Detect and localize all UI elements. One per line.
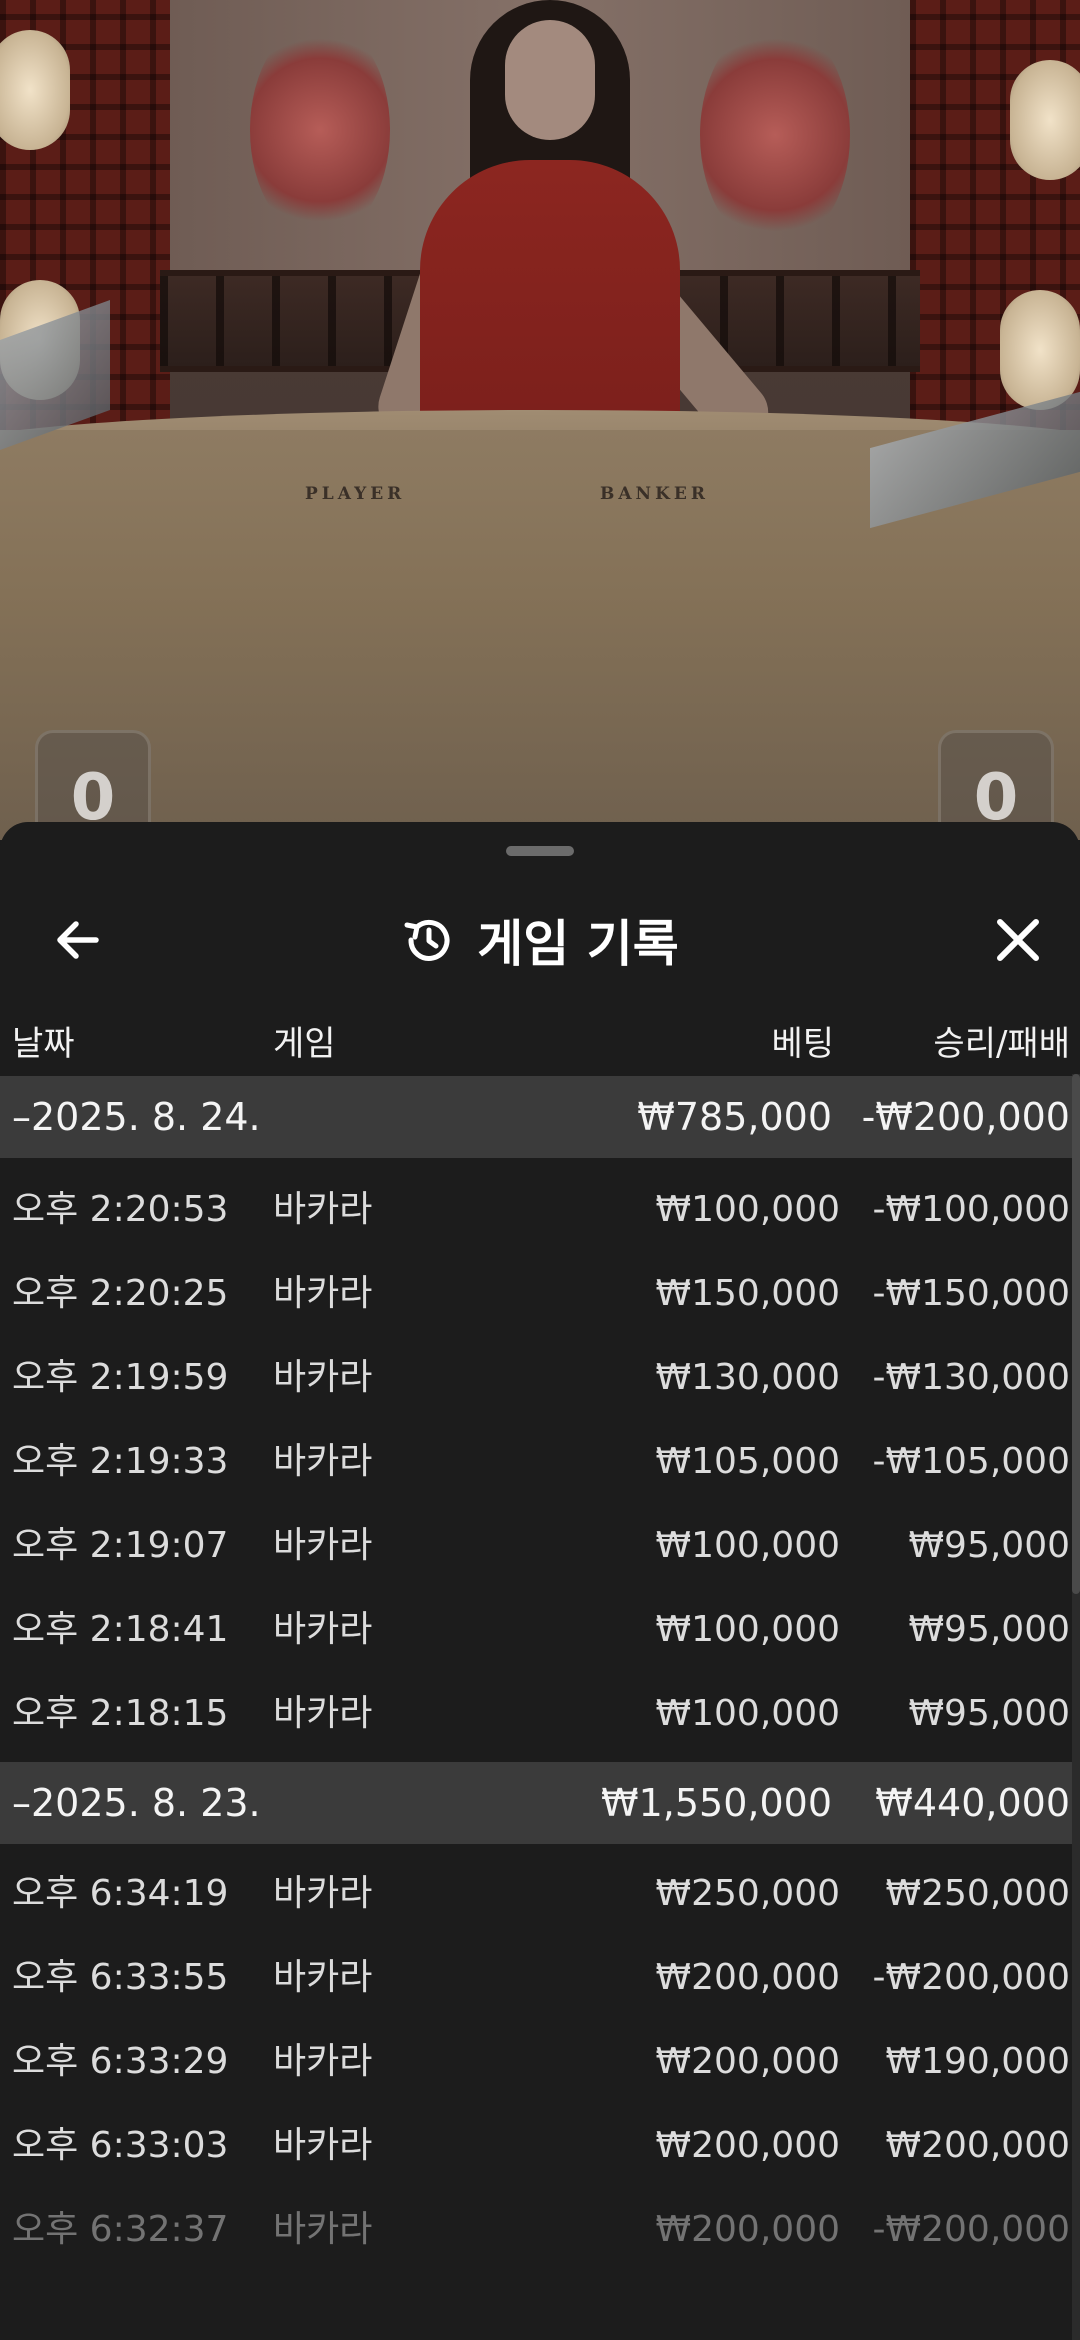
row-game: 바카라 (273, 1957, 373, 1998)
column-win-loss[interactable]: 승리/패배 (933, 1016, 1070, 1065)
table-row[interactable]: 오후 6:33:55 바카라 ₩200,000 -₩200,000 (0, 1936, 1080, 2020)
row-time: 오후 2:20:53 (12, 1189, 229, 1230)
row-time: 오후 2:18:41 (12, 1609, 229, 1650)
row-game: 바카라 (273, 1189, 373, 1230)
row-game: 바카라 (273, 1525, 373, 1566)
lantern-right-bottom (1000, 290, 1080, 410)
lantern-right-top (1010, 60, 1080, 180)
row-time: 오후 2:19:33 (12, 1441, 229, 1482)
row-time: 오후 2:18:15 (12, 1693, 229, 1734)
table-row[interactable]: 오후 2:20:53 바카라 ₩100,000 -₩100,000 (0, 1168, 1080, 1252)
close-icon (997, 919, 1039, 961)
row-bet: ₩100,000 (655, 1609, 840, 1650)
row-bet: ₩200,000 (655, 1957, 840, 1998)
scrollbar-thumb[interactable] (1072, 1074, 1080, 1594)
row-bet: ₩150,000 (655, 1273, 840, 1314)
row-time: 오후 6:33:29 (12, 2041, 229, 2082)
row-result: -₩130,000 (872, 1357, 1070, 1398)
group-bet-total: ₩785,000 (637, 1095, 832, 1139)
table-header: 날짜 게임 베팅 승리/패배 (0, 1002, 1080, 1074)
row-bet: ₩100,000 (655, 1525, 840, 1566)
row-bet: ₩250,000 (655, 1873, 840, 1914)
dealer-face (505, 20, 595, 140)
table-row[interactable]: 오후 6:33:03 바카라 ₩200,000 ₩200,000 (0, 2104, 1080, 2188)
row-bet: ₩100,000 (655, 1693, 840, 1734)
row-game: 바카라 (273, 2209, 373, 2250)
row-time: 오후 2:20:25 (12, 1273, 229, 1314)
row-bet: ₩130,000 (655, 1357, 840, 1398)
date-group-row[interactable]: –2025. 8. 23. ₩1,550,000 ₩440,000 (0, 1762, 1072, 1844)
sheet-header: 게임 기록 (0, 880, 1080, 990)
table-row[interactable]: 오후 2:19:33 바카라 ₩105,000 -₩105,000 (0, 1420, 1080, 1504)
column-date[interactable]: 날짜 (12, 1016, 75, 1065)
row-bet: ₩200,000 (655, 2125, 840, 2166)
group-result-total: -₩200,000 (861, 1095, 1070, 1139)
page-title: 게임 기록 (477, 915, 679, 973)
row-result: -₩105,000 (872, 1441, 1070, 1482)
table-row[interactable]: 오후 6:33:29 바카라 ₩200,000 ₩190,000 (0, 2020, 1080, 2104)
row-result: -₩100,000 (872, 1189, 1070, 1230)
row-time: 오후 6:32:37 (12, 2209, 229, 2250)
table-row[interactable]: 오후 6:34:19 바카라 ₩250,000 ₩250,000 (0, 1852, 1080, 1936)
history-icon (404, 919, 450, 961)
row-result: ₩95,000 (908, 1525, 1070, 1566)
live-video-feed: PLAYER BANKER 0 0 (0, 0, 1080, 840)
row-result: ₩200,000 (885, 2125, 1070, 2166)
row-result: -₩200,000 (872, 1957, 1070, 1998)
row-time: 오후 6:33:55 (12, 1957, 229, 1998)
row-time: 오후 2:19:07 (12, 1525, 229, 1566)
table-row[interactable]: 오후 2:19:07 바카라 ₩100,000 ₩95,000 (0, 1504, 1080, 1588)
row-game: 바카라 (273, 2125, 373, 2166)
row-game: 바카라 (273, 1609, 373, 1650)
row-result: ₩250,000 (885, 1873, 1070, 1914)
row-bet: ₩200,000 (655, 2041, 840, 2082)
table-row[interactable]: 오후 2:18:41 바카라 ₩100,000 ₩95,000 (0, 1588, 1080, 1672)
table-row[interactable]: 오후 2:19:59 바카라 ₩130,000 -₩130,000 (0, 1336, 1080, 1420)
row-bet: ₩105,000 (655, 1441, 840, 1482)
row-game: 바카라 (273, 1441, 373, 1482)
row-time: 오후 6:34:19 (12, 1873, 229, 1914)
table-row[interactable]: 오후 2:20:25 바카라 ₩150,000 -₩150,000 (0, 1252, 1080, 1336)
felt-player-label: PLAYER (305, 484, 406, 504)
row-game: 바카라 (273, 1873, 373, 1914)
row-game: 바카라 (273, 1693, 373, 1734)
table-row[interactable]: 오후 2:18:15 바카라 ₩100,000 ₩95,000 (0, 1672, 1080, 1756)
table-row[interactable]: 오후 6:32:37 바카라 ₩200,000 -₩200,000 (0, 2188, 1080, 2272)
row-bet: ₩100,000 (655, 1189, 840, 1230)
row-result: ₩95,000 (908, 1693, 1070, 1734)
row-bet: ₩200,000 (655, 2209, 840, 2250)
group-result-total: ₩440,000 (875, 1781, 1070, 1825)
column-game[interactable]: 게임 (273, 1016, 336, 1065)
close-button[interactable] (986, 908, 1050, 972)
row-game: 바카라 (273, 1357, 373, 1398)
row-result: ₩95,000 (908, 1609, 1070, 1650)
row-result: -₩200,000 (872, 2209, 1070, 2250)
row-time: 오후 6:33:03 (12, 2125, 229, 2166)
row-result: -₩150,000 (872, 1273, 1070, 1314)
group-bet-total: ₩1,550,000 (601, 1781, 832, 1825)
group-date: –2025. 8. 24. (12, 1095, 261, 1139)
row-game: 바카라 (273, 2041, 373, 2082)
row-result: ₩190,000 (885, 2041, 1070, 2082)
row-game: 바카라 (273, 1273, 373, 1314)
drag-handle[interactable] (506, 846, 574, 856)
column-bet[interactable]: 베팅 (771, 1016, 834, 1065)
group-date: –2025. 8. 23. (12, 1781, 261, 1825)
blossom-decor (250, 20, 390, 240)
blossom-decor (700, 20, 850, 250)
lantern-left-top (0, 30, 70, 150)
row-time: 오후 2:19:59 (12, 1357, 229, 1398)
title-group: 게임 기록 (0, 900, 1080, 980)
felt-banker-label: BANKER (600, 484, 709, 504)
date-group-row[interactable]: –2025. 8. 24. ₩785,000 -₩200,000 (0, 1076, 1072, 1158)
game-history-sheet: 게임 기록 날짜 게임 베팅 승리/패배 –2025. 8. 24. ₩785,… (0, 822, 1080, 2340)
